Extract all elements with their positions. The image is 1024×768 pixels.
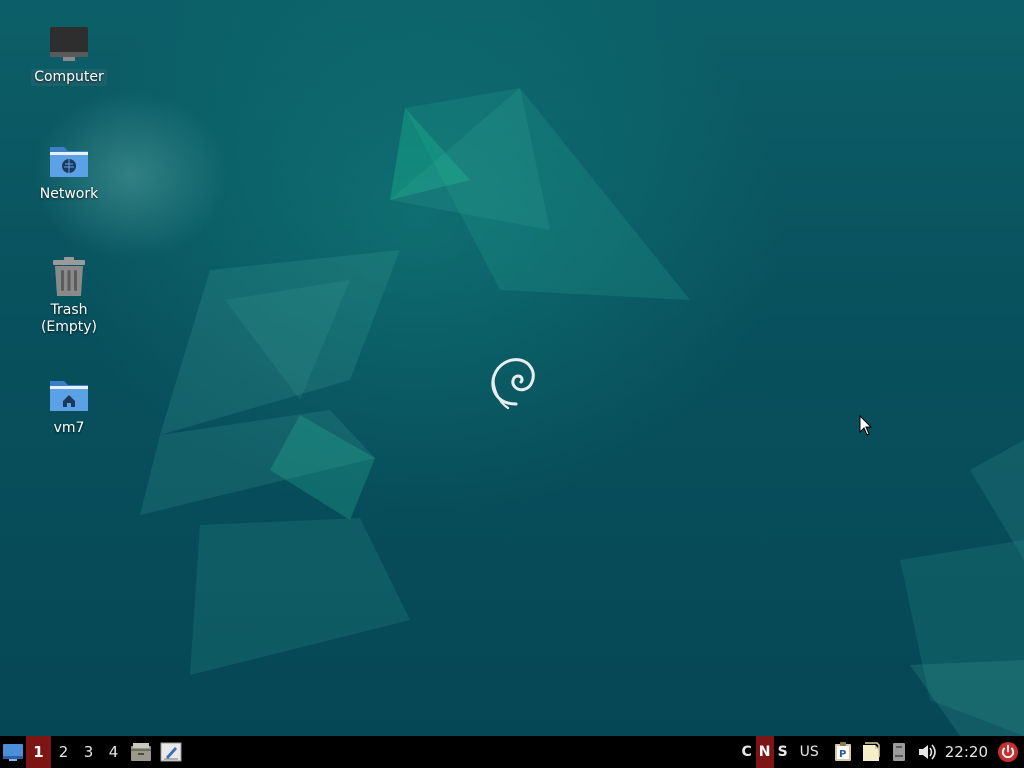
desktop-icon-label: Network [39, 186, 99, 202]
clipboard-icon: P [834, 742, 851, 761]
file-manager-launcher[interactable] [126, 736, 156, 768]
applications-menu-button[interactable] [0, 736, 26, 768]
clock[interactable]: 22:20 [941, 736, 992, 768]
workspace-3-button[interactable]: 3 [76, 736, 101, 768]
workspace-2-button[interactable]: 2 [51, 736, 76, 768]
desktop-menu-icon [3, 744, 23, 761]
clipboard-tray-button[interactable]: P [829, 736, 857, 768]
desktop-icon-label: Trash (Empty) [40, 302, 98, 335]
taskbar-left: 1 2 3 4 [0, 736, 186, 768]
svg-text:P: P [839, 749, 846, 760]
workspace-1-button[interactable]: 1 [26, 736, 51, 768]
power-icon [998, 742, 1018, 762]
notes-tray-button[interactable] [857, 736, 885, 768]
desktop-icon-label: vm7 [53, 420, 85, 436]
scroll-lock-indicator: S [777, 744, 788, 760]
num-lock-indicator: N [755, 736, 774, 768]
volume-icon [918, 744, 936, 760]
keyboard-layout-indicator[interactable]: US [792, 736, 829, 768]
caps-lock-indicator: C [741, 744, 752, 760]
text-editor-icon [160, 742, 182, 762]
desktop-wallpaper [0, 0, 1024, 736]
text-editor-launcher[interactable] [156, 736, 186, 768]
trash-icon [47, 255, 91, 299]
workspace-4-button[interactable]: 4 [101, 736, 126, 768]
notes-icon [862, 742, 880, 761]
network-folder-icon [47, 139, 91, 183]
debian-swirl-icon [491, 358, 535, 410]
computer-icon [47, 22, 91, 66]
taskbar: 1 2 3 4 C N S US P 22:20 [0, 736, 1024, 768]
desktop-icon-trash[interactable]: Trash (Empty) [24, 255, 114, 336]
desktop-icon-label: Computer [31, 69, 107, 86]
taskbar-right: C N S US P 22:20 [738, 736, 1024, 768]
desktop-icon-network[interactable]: Network [24, 139, 114, 203]
power-button[interactable] [992, 736, 1024, 768]
desktop-icon-computer[interactable]: Computer [24, 22, 114, 86]
desktop-icon-home[interactable]: vm7 [24, 373, 114, 437]
file-manager-icon [131, 743, 151, 761]
volume-tray-button[interactable] [913, 736, 941, 768]
storage-tray-button[interactable] [885, 736, 913, 768]
home-folder-icon [47, 373, 91, 417]
storage-icon [892, 743, 905, 761]
mouse-cursor-icon [859, 415, 873, 436]
